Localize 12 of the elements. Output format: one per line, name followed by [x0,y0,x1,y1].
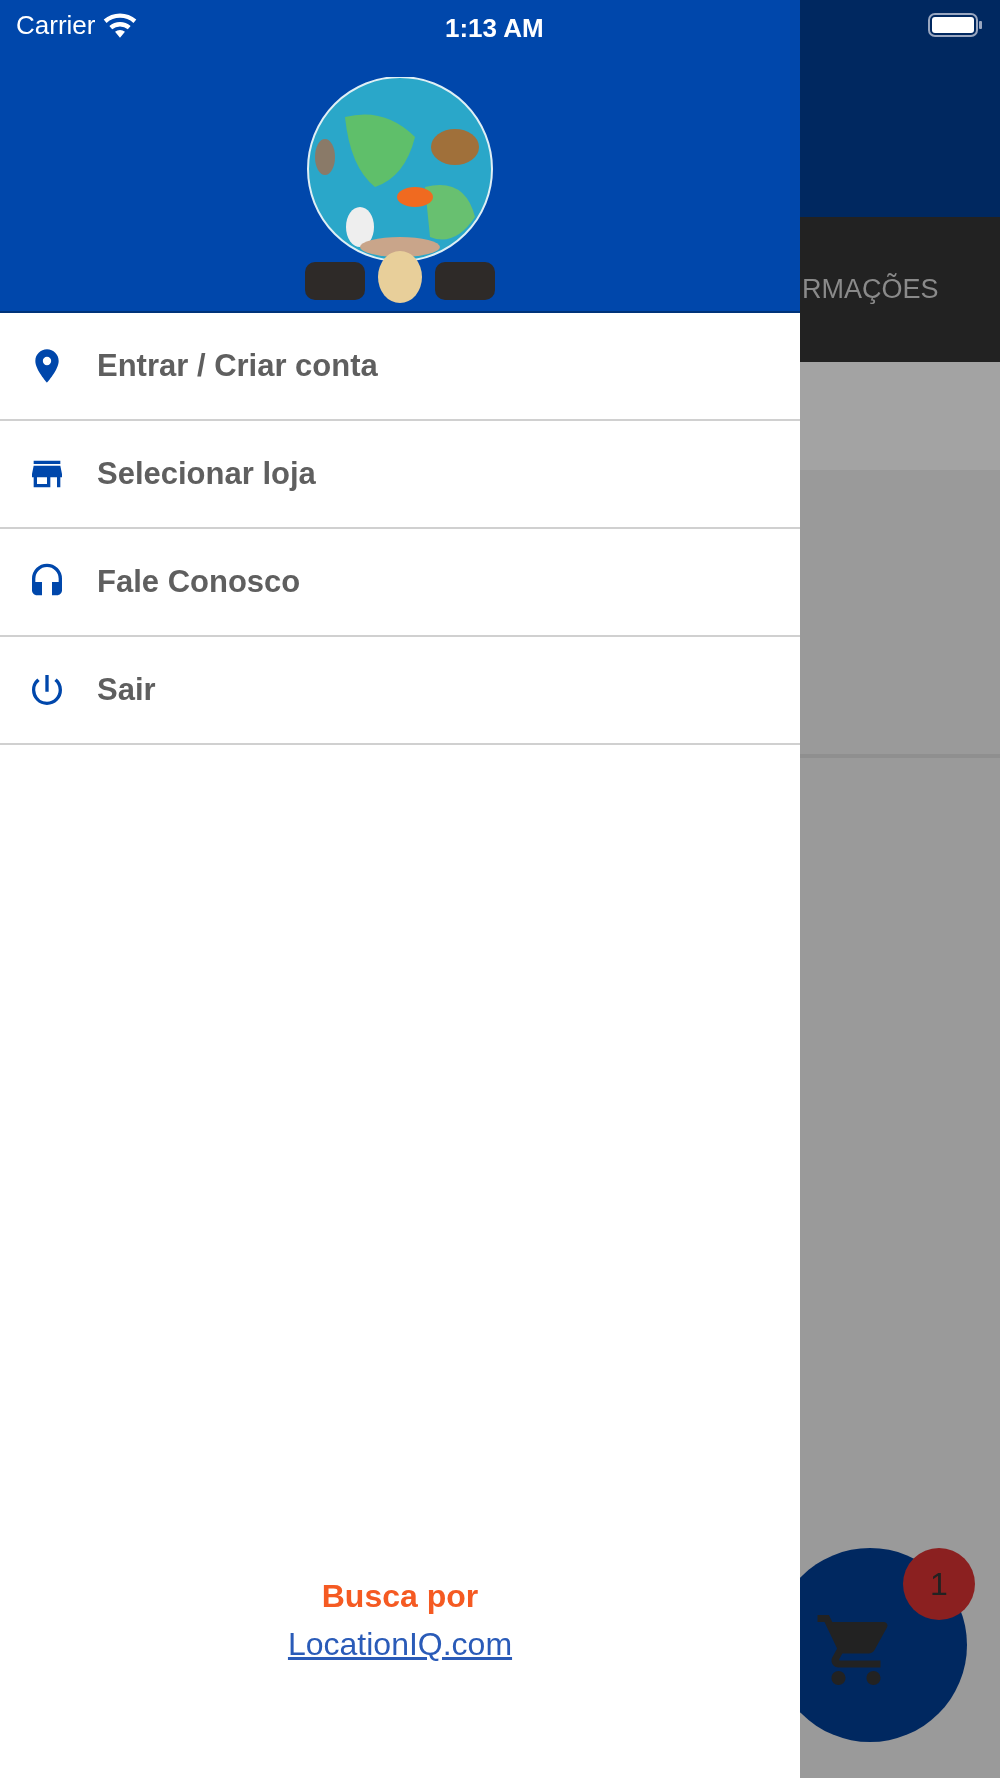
cart-count-badge: 1 [903,1548,975,1620]
battery-icon [928,12,984,38]
carrier-label: Carrier [16,8,96,42]
menu-item[interactable]: Sair [0,637,800,745]
location-link[interactable]: LocationIQ.com [287,1620,513,1668]
menu-item[interactable]: Selecionar loja [0,421,800,529]
menu-item[interactable]: Fale Conosco [0,529,800,637]
footer-label: Busca por [321,1577,479,1616]
wifi-icon [103,12,138,38]
tab-label[interactable]: RMAÇÕES [802,269,939,310]
menu-item[interactable]: Entrar / Criar conta [0,313,800,421]
clock: 1:13 AM [445,12,544,45]
